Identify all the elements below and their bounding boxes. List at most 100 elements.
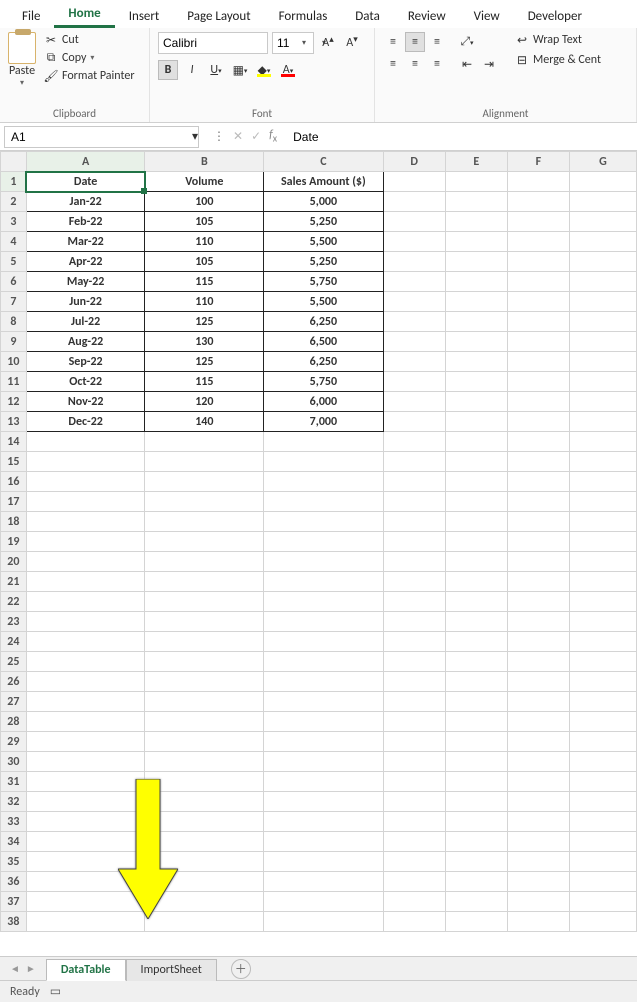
cell[interactable] (26, 772, 145, 792)
cell[interactable] (507, 372, 569, 392)
cell[interactable] (26, 432, 145, 452)
cell[interactable]: 110 (145, 292, 264, 312)
cell[interactable] (145, 532, 264, 552)
cell[interactable] (569, 712, 636, 732)
cell[interactable] (383, 372, 445, 392)
cell[interactable] (264, 712, 383, 732)
cell[interactable] (383, 572, 445, 592)
cell[interactable] (569, 232, 636, 252)
cell[interactable] (445, 812, 507, 832)
cell[interactable] (145, 712, 264, 732)
ribbon-tab-page-layout[interactable]: Page Layout (173, 5, 264, 28)
cell[interactable] (383, 912, 445, 932)
cell[interactable] (383, 332, 445, 352)
cell[interactable] (569, 852, 636, 872)
cell[interactable] (569, 352, 636, 372)
cell[interactable] (507, 892, 569, 912)
select-all-corner[interactable] (1, 152, 27, 172)
cell[interactable] (26, 572, 145, 592)
chevron-down-icon[interactable]: ▾ (297, 38, 311, 48)
align-top-button[interactable]: ≡ (383, 32, 403, 52)
cell[interactable] (264, 772, 383, 792)
cell[interactable] (569, 692, 636, 712)
cell[interactable] (264, 812, 383, 832)
cell[interactable] (507, 332, 569, 352)
row-header[interactable]: 7 (1, 292, 27, 312)
cell[interactable] (507, 512, 569, 532)
cell[interactable] (264, 532, 383, 552)
font-size-input[interactable] (273, 33, 297, 53)
align-center-button[interactable]: ≡ (405, 54, 425, 74)
cell[interactable] (383, 172, 445, 192)
cell[interactable] (264, 572, 383, 592)
worksheet-grid[interactable]: ABCDEFG1DateVolumeSales Amount ($)2Jan-2… (0, 151, 637, 956)
column-header-B[interactable]: B (145, 152, 264, 172)
cell[interactable]: Aug-22 (26, 332, 145, 352)
cell[interactable] (383, 512, 445, 532)
cell[interactable] (26, 692, 145, 712)
cancel-formula-button[interactable]: ✕ (233, 129, 243, 144)
cell[interactable] (26, 532, 145, 552)
cell[interactable] (26, 612, 145, 632)
cell[interactable] (145, 632, 264, 652)
cell[interactable] (507, 472, 569, 492)
cell[interactable] (264, 612, 383, 632)
cell[interactable] (507, 272, 569, 292)
cell[interactable] (445, 172, 507, 192)
cell[interactable] (26, 912, 145, 932)
cell[interactable] (445, 712, 507, 732)
cell[interactable] (264, 652, 383, 672)
row-header[interactable]: 19 (1, 532, 27, 552)
cell[interactable] (507, 292, 569, 312)
cell[interactable] (569, 212, 636, 232)
cell[interactable] (507, 692, 569, 712)
cell[interactable] (145, 612, 264, 632)
grow-font-button[interactable]: A▴ (318, 33, 338, 53)
cell[interactable]: Volume (145, 172, 264, 192)
cell[interactable] (445, 852, 507, 872)
cell[interactable] (445, 492, 507, 512)
cell[interactable] (569, 652, 636, 672)
cell[interactable] (445, 372, 507, 392)
cell[interactable]: 105 (145, 212, 264, 232)
row-header[interactable]: 26 (1, 672, 27, 692)
cell[interactable] (145, 872, 264, 892)
cell[interactable]: 120 (145, 392, 264, 412)
row-header[interactable]: 20 (1, 552, 27, 572)
cell[interactable] (569, 312, 636, 332)
cell[interactable] (445, 672, 507, 692)
cell[interactable] (264, 832, 383, 852)
cell[interactable] (26, 872, 145, 892)
cell[interactable] (569, 752, 636, 772)
cell[interactable] (26, 672, 145, 692)
cell[interactable] (26, 712, 145, 732)
cell[interactable] (507, 572, 569, 592)
cell[interactable] (569, 292, 636, 312)
cell[interactable] (507, 592, 569, 612)
cell[interactable] (569, 432, 636, 452)
cell[interactable]: Jan-22 (26, 192, 145, 212)
cell[interactable] (26, 492, 145, 512)
cell[interactable] (569, 252, 636, 272)
cell[interactable] (383, 472, 445, 492)
cell[interactable] (507, 252, 569, 272)
cell[interactable] (264, 852, 383, 872)
cell[interactable] (264, 672, 383, 692)
row-header[interactable]: 28 (1, 712, 27, 732)
bold-button[interactable]: B (158, 60, 178, 80)
cell[interactable] (145, 892, 264, 912)
cell[interactable] (383, 752, 445, 772)
cell[interactable] (445, 632, 507, 652)
cell[interactable] (383, 272, 445, 292)
cell[interactable] (383, 772, 445, 792)
cell[interactable] (569, 192, 636, 212)
cell[interactable] (264, 892, 383, 912)
wrap-text-button[interactable]: ↩ Wrap Text (513, 32, 603, 48)
cell[interactable] (569, 892, 636, 912)
cell[interactable] (264, 552, 383, 572)
row-header[interactable]: 13 (1, 412, 27, 432)
ribbon-tab-formulas[interactable]: Formulas (265, 5, 342, 28)
row-header[interactable]: 8 (1, 312, 27, 332)
cell[interactable] (507, 632, 569, 652)
cell[interactable] (145, 512, 264, 532)
